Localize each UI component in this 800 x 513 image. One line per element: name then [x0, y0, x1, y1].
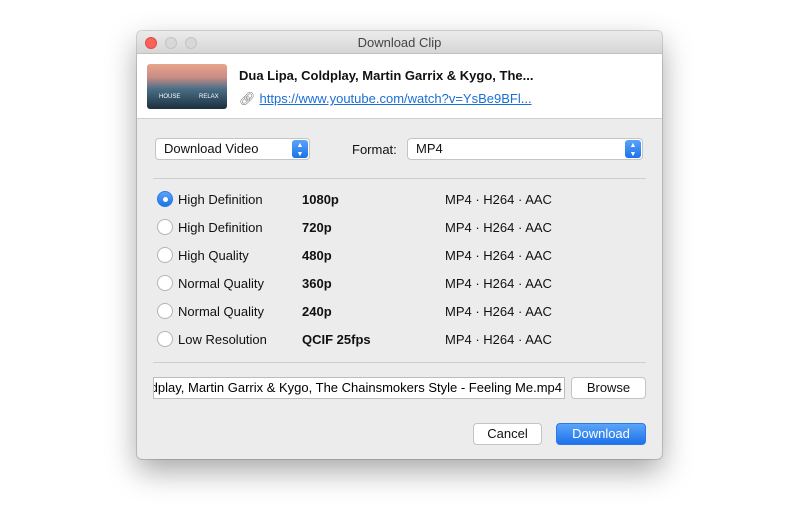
radio-button[interactable]: [157, 191, 173, 207]
download-mode-select[interactable]: Download Video ▲ ▼: [155, 138, 310, 160]
resolution-label: 1080p: [302, 192, 339, 207]
codec-label: MP4 · H264 · AAC: [445, 332, 552, 347]
quality-label: High Definition: [178, 220, 263, 235]
clip-header: HOUSE RELAX Dua Lipa, Coldplay, Martin G…: [137, 54, 662, 119]
codec-label: MP4 · H264 · AAC: [445, 276, 552, 291]
resolution-label: QCIF 25fps: [302, 332, 371, 347]
resolution-label: 480p: [302, 248, 332, 263]
quality-label: High Quality: [178, 248, 249, 263]
quality-option[interactable]: Normal Quality 240p MP4 · H264 · AAC: [157, 301, 637, 321]
download-mode-value: Download Video: [164, 141, 259, 156]
codec-label: MP4 · H264 · AAC: [445, 220, 552, 235]
quality-label: High Definition: [178, 192, 263, 207]
radio-button[interactable]: [157, 275, 173, 291]
thumb-text-left: HOUSE: [159, 94, 181, 100]
radio-button[interactable]: [157, 331, 173, 347]
output-filename-value: Dua Lipa, Coldplay, Martin Garrix & Kygo…: [154, 380, 562, 395]
resolution-label: 240p: [302, 304, 332, 319]
quality-label: Normal Quality: [178, 276, 264, 291]
download-clip-dialog: Download Clip HOUSE RELAX Dua Lipa, Cold…: [137, 31, 662, 459]
divider: [153, 362, 646, 363]
format-label: Format:: [352, 142, 397, 157]
codec-label: MP4 · H264 · AAC: [445, 248, 552, 263]
quality-label: Normal Quality: [178, 304, 264, 319]
title-bar: Download Clip: [137, 31, 662, 54]
chevron-updown-icon: ▲ ▼: [625, 140, 641, 158]
format-value: MP4: [416, 141, 443, 156]
clip-url-link[interactable]: https://www.youtube.com/watch?v=YsBe9BFl…: [260, 91, 532, 106]
zoom-button[interactable]: [185, 37, 197, 49]
link-icon: 🔗︎: [239, 91, 256, 106]
quality-option[interactable]: High Quality 480p MP4 · H264 · AAC: [157, 245, 637, 265]
resolution-label: 720p: [302, 220, 332, 235]
codec-label: MP4 · H264 · AAC: [445, 192, 552, 207]
window-title: Download Clip: [357, 35, 442, 50]
radio-button[interactable]: [157, 303, 173, 319]
divider: [153, 178, 646, 179]
quality-option[interactable]: High Definition 720p MP4 · H264 · AAC: [157, 217, 637, 237]
chevron-updown-icon: ▲ ▼: [292, 140, 308, 158]
clip-thumbnail: HOUSE RELAX: [147, 64, 227, 109]
quality-option[interactable]: High Definition 1080p MP4 · H264 · AAC: [157, 189, 637, 209]
quality-option[interactable]: Normal Quality 360p MP4 · H264 · AAC: [157, 273, 637, 293]
quality-label: Low Resolution: [178, 332, 267, 347]
clip-title: Dua Lipa, Coldplay, Martin Garrix & Kygo…: [239, 68, 534, 83]
output-filename-field[interactable]: Dua Lipa, Coldplay, Martin Garrix & Kygo…: [153, 377, 565, 399]
minimize-button[interactable]: [165, 37, 177, 49]
format-select[interactable]: MP4 ▲ ▼: [407, 138, 643, 160]
radio-button[interactable]: [157, 247, 173, 263]
close-button[interactable]: [145, 37, 157, 49]
download-button[interactable]: Download: [556, 423, 646, 445]
cancel-button[interactable]: Cancel: [473, 423, 542, 445]
codec-label: MP4 · H264 · AAC: [445, 304, 552, 319]
radio-button[interactable]: [157, 219, 173, 235]
quality-option[interactable]: Low Resolution QCIF 25fps MP4 · H264 · A…: [157, 329, 637, 349]
browse-button[interactable]: Browse: [571, 377, 646, 399]
thumb-text-right: RELAX: [199, 94, 219, 100]
resolution-label: 360p: [302, 276, 332, 291]
